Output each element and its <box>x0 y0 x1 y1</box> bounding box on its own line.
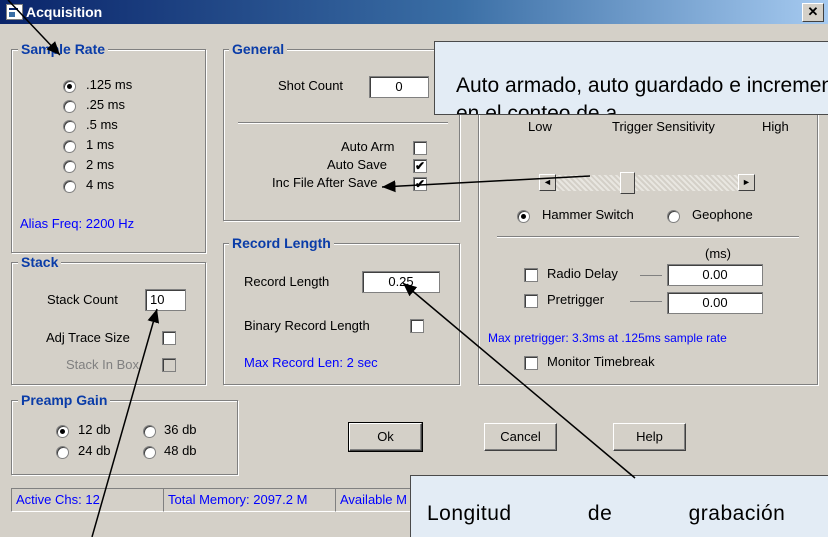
arrow-record-length <box>402 282 636 479</box>
arrow-stack-count <box>91 308 160 537</box>
acquisition-dialog: Acquisition ✕ Sample Rate .125 ms .25 ms… <box>0 0 828 537</box>
annotation-arrows <box>7 0 636 537</box>
arrow-inc-file <box>381 175 591 193</box>
arrow-sample-rate <box>7 0 61 56</box>
